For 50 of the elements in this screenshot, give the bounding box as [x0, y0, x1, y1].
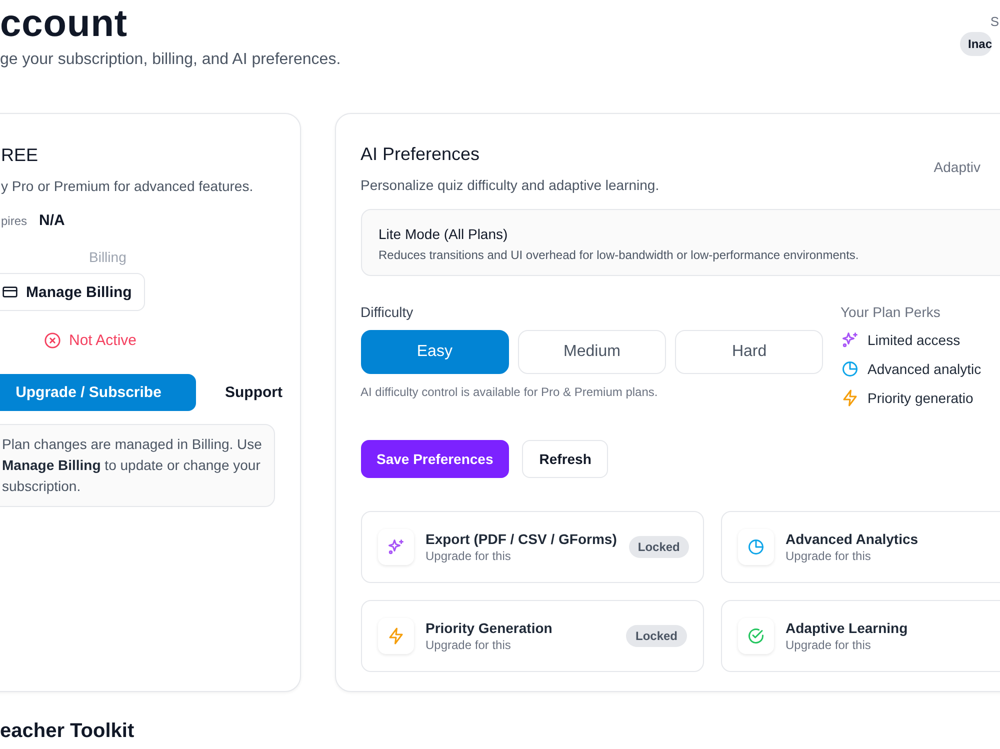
- billing-note: Plan changes are managed in Billing. Use Manage Billing to update or change your subscription.: [0, 424, 275, 507]
- perk-label: Limited access: [868, 332, 960, 348]
- feature-title: Adaptive Learning: [786, 620, 909, 636]
- sparkles-icon: [840, 330, 858, 348]
- page-subtitle: ge your subscription, billing, and AI preferences.: [0, 51, 341, 69]
- feature-subtitle: Upgrade for this: [786, 549, 872, 563]
- perk-label: Priority generatio: [868, 390, 974, 406]
- card-title: AI Preferences: [360, 144, 481, 165]
- lite-mode-description: Reduces transitions and UI overhead for low-bandwidth or low-performance environments.: [378, 248, 860, 262]
- save-preferences-button[interactable]: Save Preferences: [360, 440, 510, 478]
- billing-label: Billing: [89, 249, 128, 265]
- sparkles-icon: [386, 538, 404, 556]
- perk-label: Advanced analytic: [868, 360, 982, 376]
- credit-card-icon: [2, 284, 18, 300]
- perks-title: Your Plan Perks: [840, 304, 942, 320]
- feature-title: Priority Generation: [426, 620, 554, 636]
- lite-mode-title: Lite Mode (All Plans): [378, 226, 509, 242]
- difficulty-option[interactable]: Hard: [675, 330, 824, 374]
- plan-name: REE: [1, 144, 40, 166]
- feature-subtitle: Upgrade for this: [426, 549, 512, 563]
- difficulty-label: Difficulty: [360, 304, 414, 320]
- adaptive-label: Adaptiv: [934, 159, 980, 177]
- refresh-button[interactable]: Refresh: [522, 440, 608, 478]
- locked-badge: Locked: [628, 536, 689, 558]
- plan-description: y Pro or Premium for advanced features.: [1, 178, 254, 194]
- support-button[interactable]: Support: [208, 374, 300, 411]
- upgrade-button[interactable]: Upgrade / Subscribe: [0, 374, 196, 411]
- expires-label: pires: [1, 214, 28, 228]
- x-circle-icon: [44, 332, 61, 348]
- difficulty-option[interactable]: Medium: [518, 330, 666, 374]
- status-badge: Inac: [960, 32, 992, 56]
- manage-billing-button[interactable]: Manage Billing: [0, 273, 145, 311]
- expires-value: N/A: [39, 212, 65, 229]
- card-subtitle: Personalize quiz difficulty and adaptive learning.: [360, 177, 660, 193]
- pie-chart-icon: [840, 360, 858, 378]
- subscription-status: Not Active: [69, 332, 137, 348]
- lightning-icon: [840, 388, 858, 406]
- locked-badge: Locked: [626, 625, 686, 647]
- pie-chart-icon: [746, 538, 764, 556]
- difficulty-note: AI difficulty control is available for Pro & Premium plans.: [360, 385, 659, 399]
- feature-subtitle: Upgrade for this: [426, 638, 512, 652]
- section-title: eacher Toolkit: [0, 720, 136, 743]
- feature-title: Export (PDF / CSV / GForms): [426, 531, 617, 547]
- lightning-icon: [386, 627, 404, 645]
- feature-title: Advanced Analytics: [786, 531, 920, 547]
- status-label: S: [990, 14, 999, 29]
- feature-subtitle: Upgrade for this: [786, 638, 872, 652]
- difficulty-option[interactable]: Easy: [360, 330, 509, 374]
- page-title: ccount: [0, 2, 129, 47]
- check-circle-icon: [746, 627, 764, 645]
